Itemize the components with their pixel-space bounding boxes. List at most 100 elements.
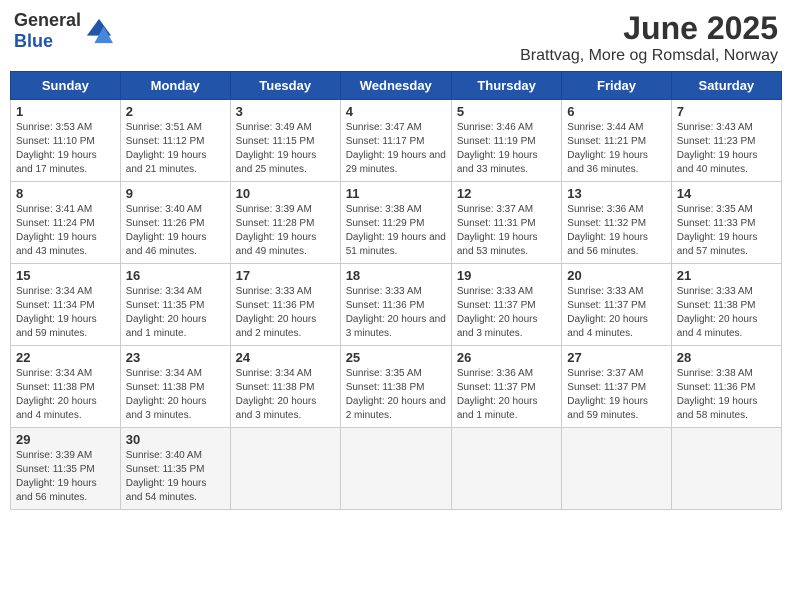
logo-icon bbox=[85, 17, 113, 45]
calendar-week-row: 15 Sunrise: 3:34 AMSunset: 11:34 PMDayli… bbox=[11, 264, 782, 346]
day-info: Sunrise: 3:33 AMSunset: 11:37 PMDaylight… bbox=[457, 286, 538, 339]
day-info: Sunrise: 3:37 AMSunset: 11:37 PMDaylight… bbox=[567, 368, 648, 421]
calendar-cell: 17 Sunrise: 3:33 AMSunset: 11:36 PMDayli… bbox=[230, 264, 340, 346]
day-info: Sunrise: 3:40 AMSunset: 11:26 PMDaylight… bbox=[126, 204, 207, 257]
day-info: Sunrise: 3:43 AMSunset: 11:23 PMDaylight… bbox=[677, 122, 758, 175]
day-info: Sunrise: 3:40 AMSunset: 11:35 PMDaylight… bbox=[126, 450, 207, 503]
calendar-cell: 9 Sunrise: 3:40 AMSunset: 11:26 PMDaylig… bbox=[120, 182, 230, 264]
day-info: Sunrise: 3:34 AMSunset: 11:35 PMDaylight… bbox=[126, 286, 207, 339]
calendar-week-row: 22 Sunrise: 3:34 AMSunset: 11:38 PMDayli… bbox=[11, 346, 782, 428]
calendar-cell: 13 Sunrise: 3:36 AMSunset: 11:32 PMDayli… bbox=[562, 182, 671, 264]
day-info: Sunrise: 3:49 AMSunset: 11:15 PMDaylight… bbox=[236, 122, 317, 175]
day-number: 13 bbox=[567, 186, 665, 201]
day-number: 11 bbox=[346, 186, 446, 201]
day-number: 2 bbox=[126, 104, 225, 119]
calendar-cell: 6 Sunrise: 3:44 AMSunset: 11:21 PMDaylig… bbox=[562, 100, 671, 182]
calendar-cell bbox=[340, 428, 451, 510]
location-title: Brattvag, More og Romsdal, Norway bbox=[520, 47, 778, 65]
day-number: 27 bbox=[567, 350, 665, 365]
calendar-cell bbox=[451, 428, 561, 510]
calendar-cell: 24 Sunrise: 3:34 AMSunset: 11:38 PMDayli… bbox=[230, 346, 340, 428]
calendar-week-row: 1 Sunrise: 3:53 AMSunset: 11:10 PMDaylig… bbox=[11, 100, 782, 182]
day-info: Sunrise: 3:36 AMSunset: 11:37 PMDaylight… bbox=[457, 368, 538, 421]
calendar-cell: 3 Sunrise: 3:49 AMSunset: 11:15 PMDaylig… bbox=[230, 100, 340, 182]
day-number: 18 bbox=[346, 268, 446, 283]
calendar-cell: 26 Sunrise: 3:36 AMSunset: 11:37 PMDayli… bbox=[451, 346, 561, 428]
day-number: 19 bbox=[457, 268, 556, 283]
day-number: 20 bbox=[567, 268, 665, 283]
calendar-cell: 8 Sunrise: 3:41 AMSunset: 11:24 PMDaylig… bbox=[11, 182, 121, 264]
logo: General Blue bbox=[14, 10, 113, 52]
day-info: Sunrise: 3:37 AMSunset: 11:31 PMDaylight… bbox=[457, 204, 538, 257]
calendar-cell: 19 Sunrise: 3:33 AMSunset: 11:37 PMDayli… bbox=[451, 264, 561, 346]
day-number: 4 bbox=[346, 104, 446, 119]
day-number: 22 bbox=[16, 350, 115, 365]
day-number: 5 bbox=[457, 104, 556, 119]
weekday-header: Wednesday bbox=[340, 72, 451, 100]
day-number: 14 bbox=[677, 186, 776, 201]
day-info: Sunrise: 3:35 AMSunset: 11:33 PMDaylight… bbox=[677, 204, 758, 257]
calendar-cell bbox=[671, 428, 781, 510]
day-number: 23 bbox=[126, 350, 225, 365]
day-info: Sunrise: 3:38 AMSunset: 11:36 PMDaylight… bbox=[677, 368, 758, 421]
day-number: 10 bbox=[236, 186, 335, 201]
calendar-cell: 30 Sunrise: 3:40 AMSunset: 11:35 PMDayli… bbox=[120, 428, 230, 510]
day-info: Sunrise: 3:35 AMSunset: 11:38 PMDaylight… bbox=[346, 368, 446, 421]
calendar-cell: 5 Sunrise: 3:46 AMSunset: 11:19 PMDaylig… bbox=[451, 100, 561, 182]
calendar-cell: 22 Sunrise: 3:34 AMSunset: 11:38 PMDayli… bbox=[11, 346, 121, 428]
calendar-cell bbox=[562, 428, 671, 510]
calendar-cell: 7 Sunrise: 3:43 AMSunset: 11:23 PMDaylig… bbox=[671, 100, 781, 182]
day-number: 9 bbox=[126, 186, 225, 201]
day-info: Sunrise: 3:53 AMSunset: 11:10 PMDaylight… bbox=[16, 122, 97, 175]
day-number: 25 bbox=[346, 350, 446, 365]
calendar-cell: 4 Sunrise: 3:47 AMSunset: 11:17 PMDaylig… bbox=[340, 100, 451, 182]
day-number: 15 bbox=[16, 268, 115, 283]
calendar-week-row: 8 Sunrise: 3:41 AMSunset: 11:24 PMDaylig… bbox=[11, 182, 782, 264]
day-number: 24 bbox=[236, 350, 335, 365]
calendar-cell: 27 Sunrise: 3:37 AMSunset: 11:37 PMDayli… bbox=[562, 346, 671, 428]
weekday-header: Monday bbox=[120, 72, 230, 100]
logo-blue: Blue bbox=[14, 31, 53, 51]
calendar-table: SundayMondayTuesdayWednesdayThursdayFrid… bbox=[10, 71, 782, 510]
header: General Blue June 2025 Brattvag, More og… bbox=[10, 10, 782, 65]
day-number: 29 bbox=[16, 432, 115, 447]
day-info: Sunrise: 3:34 AMSunset: 11:38 PMDaylight… bbox=[16, 368, 97, 421]
day-info: Sunrise: 3:34 AMSunset: 11:34 PMDaylight… bbox=[16, 286, 97, 339]
weekday-header: Saturday bbox=[671, 72, 781, 100]
day-info: Sunrise: 3:33 AMSunset: 11:36 PMDaylight… bbox=[346, 286, 446, 339]
day-info: Sunrise: 3:34 AMSunset: 11:38 PMDaylight… bbox=[236, 368, 317, 421]
day-info: Sunrise: 3:39 AMSunset: 11:28 PMDaylight… bbox=[236, 204, 317, 257]
calendar-cell: 1 Sunrise: 3:53 AMSunset: 11:10 PMDaylig… bbox=[11, 100, 121, 182]
calendar-cell: 28 Sunrise: 3:38 AMSunset: 11:36 PMDayli… bbox=[671, 346, 781, 428]
calendar-cell: 11 Sunrise: 3:38 AMSunset: 11:29 PMDayli… bbox=[340, 182, 451, 264]
day-info: Sunrise: 3:44 AMSunset: 11:21 PMDaylight… bbox=[567, 122, 648, 175]
day-number: 3 bbox=[236, 104, 335, 119]
title-block: June 2025 Brattvag, More og Romsdal, Nor… bbox=[520, 10, 778, 65]
day-info: Sunrise: 3:41 AMSunset: 11:24 PMDaylight… bbox=[16, 204, 97, 257]
calendar-cell: 18 Sunrise: 3:33 AMSunset: 11:36 PMDayli… bbox=[340, 264, 451, 346]
weekday-header: Sunday bbox=[11, 72, 121, 100]
logo-block: General Blue bbox=[14, 10, 81, 52]
weekday-header: Friday bbox=[562, 72, 671, 100]
day-number: 17 bbox=[236, 268, 335, 283]
day-number: 12 bbox=[457, 186, 556, 201]
day-info: Sunrise: 3:34 AMSunset: 11:38 PMDaylight… bbox=[126, 368, 207, 421]
calendar-cell bbox=[230, 428, 340, 510]
day-number: 16 bbox=[126, 268, 225, 283]
calendar-cell: 12 Sunrise: 3:37 AMSunset: 11:31 PMDayli… bbox=[451, 182, 561, 264]
calendar-cell: 20 Sunrise: 3:33 AMSunset: 11:37 PMDayli… bbox=[562, 264, 671, 346]
calendar-cell: 21 Sunrise: 3:33 AMSunset: 11:38 PMDayli… bbox=[671, 264, 781, 346]
weekday-header: Thursday bbox=[451, 72, 561, 100]
day-info: Sunrise: 3:39 AMSunset: 11:35 PMDaylight… bbox=[16, 450, 97, 503]
day-number: 6 bbox=[567, 104, 665, 119]
calendar-cell: 23 Sunrise: 3:34 AMSunset: 11:38 PMDayli… bbox=[120, 346, 230, 428]
day-number: 21 bbox=[677, 268, 776, 283]
month-title: June 2025 bbox=[520, 10, 778, 47]
day-info: Sunrise: 3:47 AMSunset: 11:17 PMDaylight… bbox=[346, 122, 446, 175]
calendar-cell: 16 Sunrise: 3:34 AMSunset: 11:35 PMDayli… bbox=[120, 264, 230, 346]
day-number: 8 bbox=[16, 186, 115, 201]
calendar-cell: 25 Sunrise: 3:35 AMSunset: 11:38 PMDayli… bbox=[340, 346, 451, 428]
calendar-header-row: SundayMondayTuesdayWednesdayThursdayFrid… bbox=[11, 72, 782, 100]
day-number: 26 bbox=[457, 350, 556, 365]
day-number: 7 bbox=[677, 104, 776, 119]
